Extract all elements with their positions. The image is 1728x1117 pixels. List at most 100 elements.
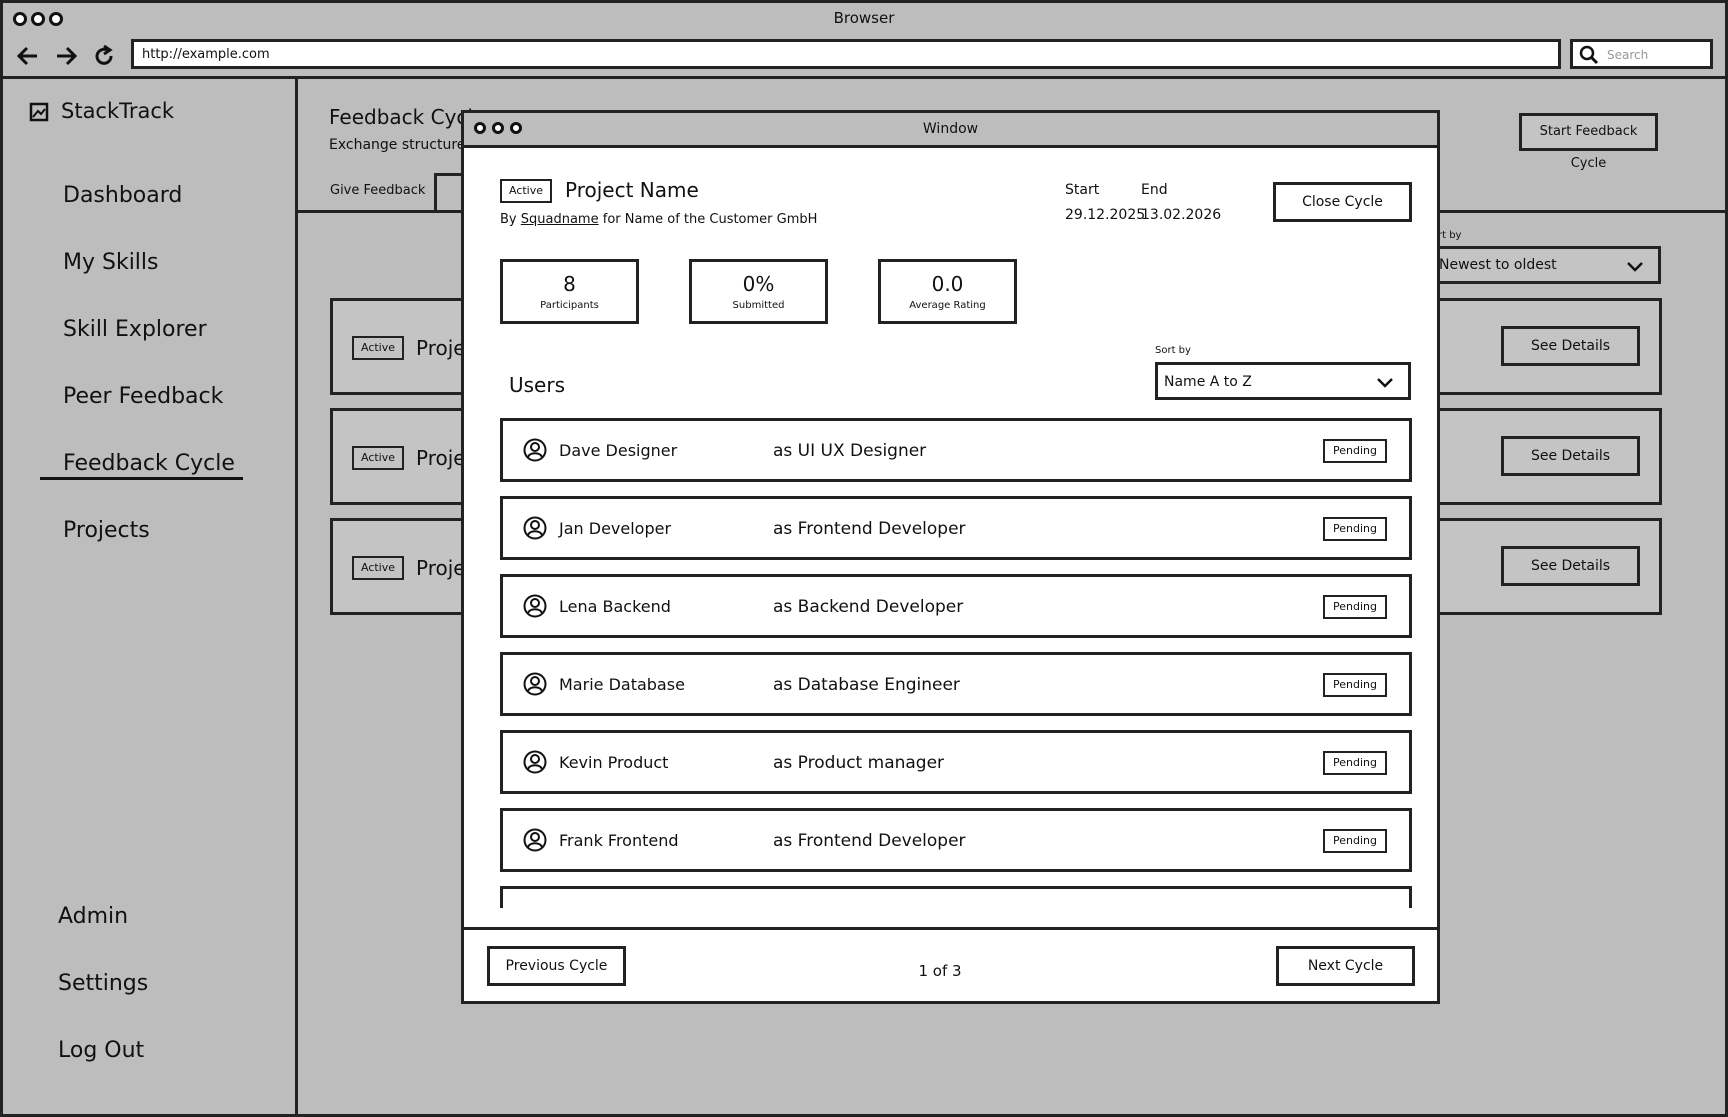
see-details-button[interactable]: See Details [1501, 326, 1640, 366]
user-row[interactable]: Marie Database as Database Engineer Pend… [500, 652, 1412, 716]
stat-average-rating: 0.0 Average Rating [878, 259, 1017, 324]
modal-window-title: Window [922, 121, 979, 137]
see-details-button[interactable]: See Details [1501, 436, 1640, 476]
by-label: By [500, 212, 517, 227]
stat-label: Submitted [732, 300, 785, 311]
user-name: Frank Frontend [559, 831, 679, 850]
user-row[interactable]: Dave Designer as UI UX Designer Pending [500, 418, 1412, 482]
project-name: Project Name [565, 178, 699, 202]
sidebar-item-dashboard[interactable]: Dashboard [63, 183, 182, 208]
customer-text: for Name of the Customer GmbH [602, 212, 818, 227]
stat-value: 0.0 [931, 272, 964, 296]
pending-badge: Pending [1323, 673, 1387, 697]
user-avatar-icon [523, 594, 547, 618]
user-name: Jan Developer [559, 519, 672, 538]
pagination-indicator: 1 of 3 [918, 962, 962, 980]
user-row[interactable]: Frank Frontend as Frontend Developer Pen… [500, 808, 1412, 872]
sidebar-item-skill-explorer[interactable]: Skill Explorer [63, 317, 207, 342]
user-row[interactable]: Kevin Product as Product manager Pending [500, 730, 1412, 794]
bg-sort-label: rt by [1438, 230, 1462, 241]
user-row[interactable]: Jan Developer as Frontend Developer Pend… [500, 496, 1412, 560]
chevron-down-icon [1627, 262, 1643, 272]
status-badge: Active [352, 336, 404, 360]
brand-name: StackTrack [61, 99, 175, 123]
project-name: Proje [416, 446, 466, 470]
stat-value: 0% [742, 272, 775, 296]
status-badge: Active [352, 556, 404, 580]
user-name: Lena Backend [559, 597, 671, 616]
stat-submitted: 0% Submitted [689, 259, 828, 324]
project-meta: By Squadname for Name of the Customer Gm… [500, 212, 817, 227]
forward-arrow-icon[interactable] [53, 43, 79, 69]
modal-footer: Previous Cycle 1 of 3 Next Cycle [464, 927, 1437, 1001]
reload-icon[interactable] [91, 43, 117, 69]
active-item-underline [40, 477, 243, 480]
pending-badge: Pending [1323, 829, 1387, 853]
chevron-down-icon [1377, 378, 1393, 388]
user-avatar-icon [523, 828, 547, 852]
tab-give-feedback[interactable]: Give Feedback [330, 183, 425, 198]
user-role: as Frontend Developer [773, 519, 966, 539]
see-details-button[interactable]: See Details [1501, 546, 1640, 586]
stat-label: Participants [540, 300, 599, 311]
browser-title: Browser [833, 9, 895, 27]
sidebar-item-admin[interactable]: Admin [58, 904, 128, 929]
project-name: Proje [416, 556, 466, 580]
url-input[interactable]: http://example.com [131, 39, 1561, 69]
start-date: 29.12.2025 [1065, 207, 1146, 223]
sidebar-item-feedback-cycle[interactable]: Feedback Cycle [63, 451, 235, 476]
pending-badge: Pending [1323, 751, 1387, 775]
bg-sort-value: Newest to oldest [1439, 257, 1557, 273]
back-arrow-icon[interactable] [15, 43, 41, 69]
user-name: Dave Designer [559, 441, 678, 460]
user-role: as Frontend Developer [773, 831, 966, 851]
sort-value: Name A to Z [1164, 374, 1252, 390]
user-role: as UI UX Designer [773, 441, 927, 461]
user-role: as Backend Developer [773, 597, 964, 617]
sidebar-item-settings[interactable]: Settings [58, 971, 148, 996]
close-cycle-button[interactable]: Close Cycle [1273, 182, 1412, 222]
stat-label: Average Rating [909, 300, 986, 311]
stat-value: 8 [563, 272, 576, 296]
sort-label: Sort by [1155, 345, 1191, 356]
user-avatar-icon [523, 750, 547, 774]
status-badge: Active [352, 446, 404, 470]
browser-search-input[interactable]: Search [1570, 39, 1713, 69]
sidebar-item-logout[interactable]: Log Out [58, 1038, 144, 1063]
logo-icon [29, 102, 49, 122]
sidebar: StackTrack Dashboard My Skills Skill Exp… [3, 79, 298, 1114]
next-cycle-button[interactable]: Next Cycle [1276, 946, 1415, 986]
sidebar-item-projects[interactable]: Projects [63, 518, 150, 543]
stat-participants: 8 Participants [500, 259, 639, 324]
start-feedback-cycle-button[interactable]: Start Feedback Cycle [1519, 113, 1658, 171]
user-avatar-icon [523, 438, 547, 462]
search-placeholder: Search [1607, 48, 1649, 62]
start-label: Start [1065, 182, 1100, 198]
user-role: as Database Engineer [773, 675, 960, 695]
sort-select[interactable]: Name A to Z [1155, 362, 1411, 400]
cycle-detail-modal: Window Active Project Name By Squadname … [461, 110, 1440, 1004]
users-heading: Users [509, 373, 566, 397]
user-role: as Product manager [773, 753, 945, 773]
modal-titlebar: Window [464, 113, 1437, 148]
user-name: Kevin Product [559, 753, 669, 772]
user-avatar-icon [523, 672, 547, 696]
user-list[interactable]: Dave Designer as UI UX Designer Pending … [464, 413, 1437, 908]
status-badge: Active [500, 179, 552, 203]
end-label: End [1141, 182, 1168, 198]
pending-badge: Pending [1323, 439, 1387, 463]
user-row[interactable]: Lena Backend as Backend Developer Pendin… [500, 574, 1412, 638]
project-name: Proje [416, 336, 466, 360]
user-avatar-icon [523, 516, 547, 540]
sidebar-item-peer-feedback[interactable]: Peer Feedback [63, 384, 223, 409]
search-icon [1579, 45, 1599, 65]
user-row-partial[interactable] [500, 886, 1412, 908]
squad-link[interactable]: Squadname [521, 212, 599, 227]
pending-badge: Pending [1323, 517, 1387, 541]
bg-sort-select[interactable]: Newest to oldest [1430, 246, 1661, 284]
user-name: Marie Database [559, 675, 685, 694]
sidebar-item-my-skills[interactable]: My Skills [63, 250, 159, 275]
end-date: 13.02.2026 [1141, 207, 1222, 223]
pending-badge: Pending [1323, 595, 1387, 619]
tab-outline[interactable] [434, 173, 464, 211]
